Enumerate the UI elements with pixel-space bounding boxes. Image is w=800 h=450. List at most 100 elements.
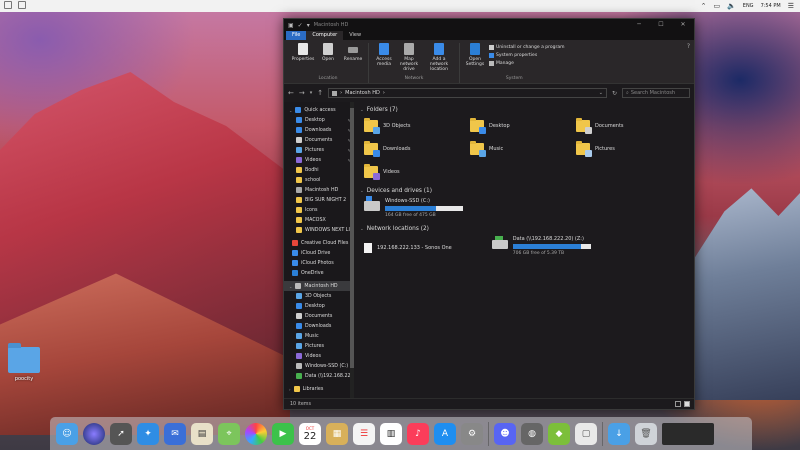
music-icon[interactable]: ♪ (407, 422, 429, 445)
nav-item[interactable]: Downloads✎ (284, 125, 354, 135)
address-field[interactable]: › Macintosh HD › ⌄ (328, 88, 607, 98)
launchpad-icon[interactable]: ▥ (380, 422, 402, 445)
title-bar[interactable]: ▣ ✓ ▾ Macintosh HD ─ ☐ ✕ (284, 19, 694, 31)
reminders-icon[interactable]: ☰ (353, 422, 375, 445)
language-indicator[interactable]: ENG (743, 3, 754, 9)
safari-icon[interactable]: ✦ (137, 422, 159, 445)
nav-item[interactable]: Documents✎ (284, 135, 354, 145)
network-drive-z[interactable]: Data (\\192.168.222.20) (Z:) 706 GB free… (491, 236, 591, 260)
nav-item[interactable]: Desktop✎ (284, 115, 354, 125)
section-folders[interactable]: ⌄ Folders (7) (360, 107, 690, 113)
notes-icon[interactable]: ▦ (326, 422, 348, 445)
nav-item[interactable]: Videos (284, 351, 354, 361)
section-devices[interactable]: ⌄ Devices and drives (1) (360, 188, 690, 194)
nav-item[interactable]: Creative Cloud Files (284, 238, 354, 248)
downloads-folder-icon[interactable]: ↓ (608, 422, 630, 445)
open-button[interactable]: Open (317, 43, 339, 76)
tab-computer[interactable]: Computer (306, 31, 344, 40)
nav-item[interactable]: school (284, 175, 354, 185)
drive-item[interactable]: Windows-SSD (C:) 164 GB free of 475 GB (364, 196, 690, 222)
photos-icon[interactable] (245, 422, 267, 445)
desktop-folder[interactable]: poocity (4, 343, 44, 382)
dropdown-icon[interactable]: ▾ (307, 22, 310, 29)
nav-item[interactable]: Pictures (284, 341, 354, 351)
nav-item[interactable]: Macintosh HD (284, 185, 354, 195)
chevron-down-icon[interactable]: ⌄ (599, 90, 603, 96)
mail-icon[interactable]: ✉ (164, 422, 186, 445)
minimize-button[interactable]: ─ (628, 19, 650, 31)
maps-icon[interactable]: ⌖ (218, 422, 240, 445)
section-network-locations[interactable]: ⌄ Network locations (2) (360, 226, 690, 232)
nav-item[interactable]: 3D Objects (284, 291, 354, 301)
quick-access-toolbar-icon[interactable]: ▣ (288, 22, 294, 29)
nav-item[interactable]: WINDOWS NEXT LIG (284, 225, 354, 235)
nav-item[interactable]: OneDrive (284, 268, 354, 278)
contacts-icon[interactable]: ▤ (191, 422, 213, 445)
folder-item[interactable]: Videos (364, 163, 470, 181)
up-button[interactable]: ↑ (317, 89, 323, 97)
large-icons-view-icon[interactable] (684, 401, 690, 407)
nav-item[interactable]: Bodhi (284, 165, 354, 175)
nav-item[interactable]: Pictures✎ (284, 145, 354, 155)
finder-icon[interactable]: ☺ (56, 422, 78, 445)
tab-file[interactable]: File (286, 31, 307, 40)
system-preferences-icon[interactable]: ⚙ (461, 422, 483, 445)
document-icon[interactable]: ▢ (575, 422, 597, 445)
menu-glyph-icon[interactable] (18, 1, 26, 9)
folder-item[interactable]: 3D Objects (364, 117, 470, 135)
chevron-up-icon[interactable]: ⌃ (701, 0, 707, 12)
app-store-icon[interactable]: A (434, 422, 456, 445)
manage-button[interactable]: Manage (489, 61, 564, 66)
nav-item[interactable]: Desktop (284, 301, 354, 311)
volume-icon[interactable]: 🔈 (727, 0, 736, 12)
properties-icon[interactable]: ✓ (298, 22, 303, 29)
folder-item[interactable]: Pictures (576, 140, 682, 158)
folder-item[interactable]: Downloads (364, 140, 470, 158)
nav-item[interactable]: Windows-SSD (C:) (284, 361, 354, 371)
menu-glyph-icon[interactable] (4, 1, 12, 9)
nav-item[interactable]: MACOSX (284, 215, 354, 225)
close-button[interactable]: ✕ (672, 19, 694, 31)
trash-icon[interactable]: 🗑 (635, 422, 657, 445)
access-media-button[interactable]: Access media (373, 43, 395, 76)
add-network-location-button[interactable]: Add a network location (423, 43, 455, 76)
calendar-icon[interactable]: OCT 22 (299, 422, 321, 445)
nav-item[interactable]: Data (\\192.168.222.2 (284, 371, 354, 381)
details-view-icon[interactable] (675, 401, 681, 407)
map-network-drive-button[interactable]: Map network drive (398, 43, 420, 76)
cube-app-icon[interactable]: ◆ (548, 422, 570, 445)
back-button[interactable]: ← (288, 89, 294, 97)
nav-item[interactable]: Videos✎ (284, 155, 354, 165)
nav-this-pc[interactable]: ⌄ Macintosh HD (284, 281, 354, 291)
discord-icon[interactable]: ☻ (494, 422, 516, 445)
tab-view[interactable]: View (343, 31, 367, 40)
help-icon[interactable]: ? (687, 43, 690, 83)
uninstall-program-button[interactable]: Uninstall or change a program (489, 45, 564, 50)
folder-item[interactable]: Desktop (470, 117, 576, 135)
nav-item[interactable]: iCloud Photos (284, 258, 354, 268)
mouse-icon[interactable]: ◍ (521, 422, 543, 445)
nav-item[interactable]: Icons (284, 205, 354, 215)
nav-item[interactable]: Music (284, 331, 354, 341)
facetime-icon[interactable]: ▶ (272, 422, 294, 445)
clock[interactable]: 7:54 PM (761, 3, 781, 9)
forward-button[interactable]: → (299, 89, 305, 97)
rename-button[interactable]: Rename (342, 43, 364, 76)
search-input[interactable]: ⌕ Search Macintosh (622, 88, 690, 98)
open-settings-button[interactable]: Open Settings (464, 43, 486, 76)
network-location-sonos[interactable]: 192.168.222.133 - Sonos One (364, 236, 452, 260)
window-preview-icon[interactable] (662, 422, 714, 445)
nav-quick-access[interactable]: ⌄ Quick access (284, 105, 354, 115)
properties-button[interactable]: Properties (292, 43, 314, 76)
folder-item[interactable]: Music (470, 140, 576, 158)
maximize-button[interactable]: ☐ (650, 19, 672, 31)
nav-item[interactable]: Documents (284, 311, 354, 321)
nav-item[interactable]: iCloud Drive (284, 248, 354, 258)
recent-locations-button[interactable]: ▾ (310, 90, 313, 96)
nav-libraries[interactable]: › Libraries (284, 384, 354, 394)
nav-item[interactable]: Downloads (284, 321, 354, 331)
nav-item[interactable]: BIG SUR NIGHT 2 (284, 195, 354, 205)
system-properties-button[interactable]: System properties (489, 53, 564, 58)
network-icon[interactable]: ▭ (713, 0, 720, 12)
rocket-icon[interactable]: ➚ (110, 422, 132, 445)
